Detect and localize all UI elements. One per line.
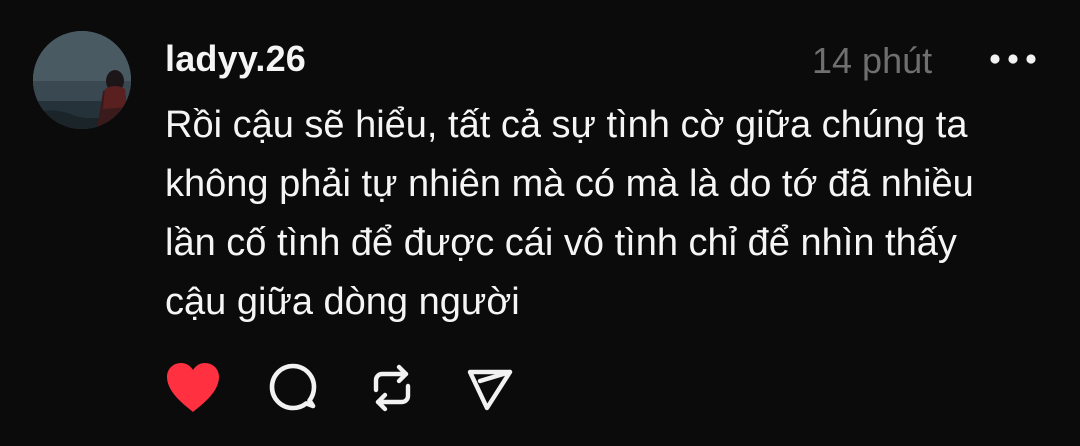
reply-button[interactable] [263,360,323,416]
share-button[interactable] [460,360,520,416]
avatar[interactable] [33,31,131,129]
repost-icon [373,364,411,412]
post-timestamp: 14 phút [812,40,933,81]
comment-bubble-icon [269,363,317,411]
more-options-icon[interactable] [988,46,1038,72]
post-text-line: cậu giữa dòng người [165,281,520,323]
post-text: Rồi cậu sẽ hiểu, tất cả sự tình cờ giữa … [165,96,1045,332]
repost-button[interactable] [362,360,422,416]
like-button[interactable] [163,360,223,416]
post-text-line: Rồi cậu sẽ hiểu, tất cả sự tình cờ giữa … [165,104,968,146]
username[interactable]: ladyy.26 [165,38,306,80]
send-icon [467,369,513,411]
heart-filled-icon [167,363,219,412]
post-text-line: không phải tự nhiên mà có mà là do tớ đã… [165,163,974,205]
thread-post: ladyy.26 14 phút Rồi cậu sẽ hiểu, tất cả… [0,0,1080,446]
post-text-line: lần cố tình để được cái vô tình chỉ để n… [165,222,957,264]
